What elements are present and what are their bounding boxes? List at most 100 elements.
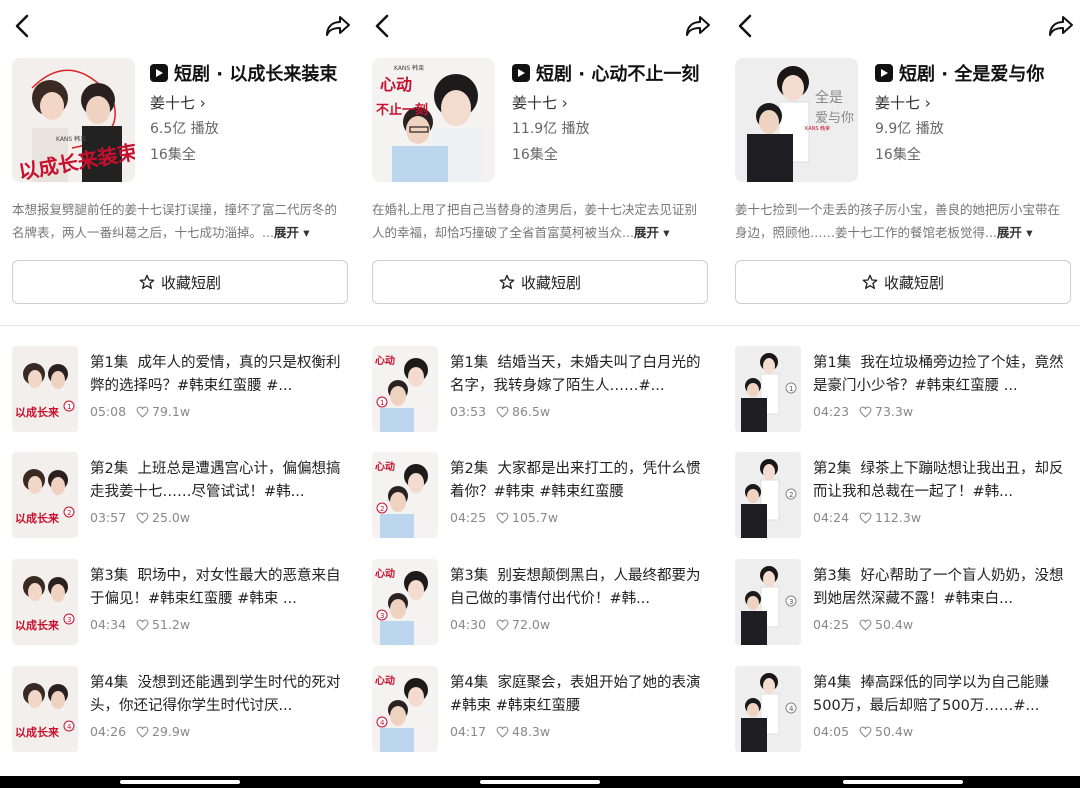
- episode-summary: 没想到还能遇到学生时代的死对头，你还记得你学生时代讨厌...: [90, 675, 341, 714]
- episode-summary: 大家都是出来打工的，凭什么惯着你？#韩束 #韩束红蛮腰: [450, 461, 701, 500]
- svg-text:2: 2: [380, 505, 384, 513]
- episode-thumbnail: 4: [735, 666, 801, 752]
- episode-meta: 04:34 51.2w: [90, 617, 190, 632]
- episode-duration: 03:57: [90, 510, 127, 525]
- episode-item[interactable]: 以成长来 1 第1集 成年人的爱情，真的只是权衡利弊的选择吗？#韩束红蛮腰 #..…: [12, 346, 352, 436]
- episode-item[interactable]: 1 第1集 我在垃圾桶旁边捡了个娃，竟然是豪门小少爷？#韩束红蛮腰 ... 04…: [735, 346, 1075, 436]
- episode-meta: 03:57 25.0w: [90, 510, 190, 525]
- svg-text:1: 1: [789, 385, 793, 393]
- episode-item[interactable]: 以成长来 2 第2集 上班总是遭遇宫心计，偏偏想搞走我姜十七……尽管试试！#韩..…: [12, 452, 352, 542]
- episode-meta: 05:08 79.1w: [90, 404, 190, 419]
- favorite-label: 收藏短剧: [160, 273, 221, 292]
- star-outline-icon: [862, 274, 878, 289]
- top-bar: [0, 10, 358, 42]
- star-outline-icon: [499, 274, 515, 289]
- svg-text:4: 4: [380, 719, 385, 727]
- author-link[interactable]: 姜十七 ›: [512, 92, 699, 112]
- episode-duration: 04:25: [813, 617, 850, 632]
- svg-text:以成长来: 以成长来: [15, 405, 60, 419]
- author-link[interactable]: 姜十七 ›: [875, 92, 1044, 112]
- home-indicator[interactable]: [480, 780, 600, 784]
- drama-title: 短剧 · 以成长来装束: [174, 64, 338, 85]
- share-button[interactable]: [682, 12, 714, 40]
- share-button[interactable]: [1045, 12, 1077, 40]
- episode-item[interactable]: 心动 2 第2集 大家都是出来打工的，凭什么惯着你？#韩束 #韩束红蛮腰 04:2…: [372, 452, 712, 542]
- episode-duration: 04:17: [450, 724, 487, 739]
- favorite-button[interactable]: 收藏短剧: [12, 260, 348, 304]
- episode-number: 第1集: [813, 355, 852, 371]
- episode-total: 16集全: [150, 147, 196, 163]
- back-button[interactable]: [8, 12, 36, 40]
- episode-duration: 04:05: [813, 724, 850, 739]
- likes-count: 112.3w: [875, 510, 922, 525]
- drama-description: 姜十七捡到一个走丢的孩子厉小宝，善良的她把厉小宝带在身边，照顾他……姜十七工作的…: [735, 198, 1071, 244]
- expand-button[interactable]: 展开 ▾: [634, 225, 670, 240]
- heart-outline-icon: [496, 512, 509, 524]
- episode-item[interactable]: 以成长来 4 第4集 没想到还能遇到学生时代的死对头，你还记得你学生时代讨厌...…: [12, 666, 352, 756]
- episode-title: 第4集 没想到还能遇到学生时代的死对头，你还记得你学生时代讨厌...: [90, 672, 342, 718]
- heart-outline-icon: [859, 512, 872, 524]
- episode-title: 第1集 成年人的爱情，真的只是权衡利弊的选择吗？#韩束红蛮腰 #...: [90, 352, 342, 398]
- episode-duration: 04:25: [450, 510, 487, 525]
- svg-text:以成长来: 以成长来: [15, 511, 60, 525]
- drama-title-row: 短剧 · 全是爱与你: [875, 60, 1044, 86]
- play-count: 6.5亿 播放: [150, 121, 219, 137]
- author-link[interactable]: 姜十七 ›: [150, 92, 337, 112]
- heart-outline-icon: [496, 406, 509, 418]
- episode-thumbnail: 1: [735, 346, 801, 432]
- episode-item[interactable]: 2 第2集 绿茶上下蹦哒想让我出丑，却反而让我和总裁在一起了！#韩... 04:…: [735, 452, 1075, 542]
- heart-outline-icon: [859, 726, 872, 738]
- share-arrow-icon: [686, 16, 710, 36]
- drama-info: 短剧 · 以成长来装束 姜十七 › 6.5亿 播放 16集全: [150, 60, 337, 164]
- drama-panel-3: 全是 爱与你 KANS 韩束 短剧 · 全是爱与你 姜十七 › 9.9亿 播放 …: [723, 0, 1080, 788]
- likes-count: 25.0w: [152, 510, 191, 525]
- expand-button[interactable]: 展开 ▾: [997, 225, 1033, 240]
- drama-title-row: 短剧 · 以成长来装束: [150, 60, 337, 86]
- section-divider: [0, 325, 1080, 326]
- episode-meta: 04:23 73.3w: [813, 404, 913, 419]
- drama-description: 本想报复劈腿前任的姜十七误打误撞，撞坏了富二代厉冬的名牌表，两人一番纠葛之后，十…: [12, 198, 348, 244]
- episode-item[interactable]: 4 第4集 捧高踩低的同学以为自己能赚500万，最后却赔了500万……#... …: [735, 666, 1075, 756]
- likes-count: 105.7w: [512, 510, 559, 525]
- favorite-label: 收藏短剧: [520, 273, 581, 292]
- episode-duration: 04:30: [450, 617, 487, 632]
- svg-text:心动: 心动: [375, 354, 395, 367]
- episode-title: 第4集 家庭聚会，表姐开始了她的表演 #韩束 #韩束红蛮腰: [450, 672, 702, 718]
- drama-cover[interactable]: 心动 不止一刻 KANS 韩束: [372, 58, 495, 182]
- episode-thumbnail: 2: [735, 452, 801, 538]
- likes-count: 29.9w: [152, 724, 191, 739]
- home-indicator[interactable]: [120, 780, 240, 784]
- episode-item[interactable]: 3 第3集 好心帮助了一个盲人奶奶，没想到她居然深藏不露！#韩束白... 04:…: [735, 559, 1075, 649]
- episode-item[interactable]: 以成长来 3 第3集 职场中，对女性最大的恶意来自于偏见！#韩束红蛮腰 #韩束 .…: [12, 559, 352, 649]
- episode-likes: 50.4w: [859, 724, 913, 739]
- svg-text:3: 3: [380, 612, 384, 620]
- drama-cover[interactable]: 全是 爱与你 KANS 韩束: [735, 58, 858, 182]
- episode-item[interactable]: 心动 3 第3集 别妄想颠倒黑白，人最终都要为自己做的事情付出代价！#韩... 0…: [372, 559, 712, 649]
- back-button[interactable]: [368, 12, 396, 40]
- drama-title-row: 短剧 · 心动不止一刻: [512, 60, 699, 86]
- drama-cover[interactable]: KANS 韩束 以成长来装束: [12, 58, 135, 182]
- heart-outline-icon: [859, 406, 872, 418]
- chevron-left-icon: [15, 14, 29, 38]
- expand-button[interactable]: 展开 ▾: [274, 225, 310, 240]
- episode-likes: 86.5w: [496, 404, 550, 419]
- favorite-button[interactable]: 收藏短剧: [372, 260, 708, 304]
- episode-duration: 03:53: [450, 404, 487, 419]
- share-button[interactable]: [322, 12, 354, 40]
- favorite-label: 收藏短剧: [883, 273, 944, 292]
- share-arrow-icon: [1049, 16, 1073, 36]
- episode-summary: 职场中，对女性最大的恶意来自于偏见！#韩束红蛮腰 #韩束 ...: [90, 568, 341, 607]
- home-indicator[interactable]: [843, 780, 963, 784]
- likes-count: 50.4w: [875, 617, 914, 632]
- episode-item[interactable]: 心动 1 第1集 结婚当天，未婚夫叫了白月光的名字，我转身嫁了陌生人……#... …: [372, 346, 712, 436]
- favorite-button[interactable]: 收藏短剧: [735, 260, 1071, 304]
- svg-text:4: 4: [789, 705, 794, 713]
- episode-number: 第3集: [90, 568, 129, 584]
- episode-item[interactable]: 心动 4 第4集 家庭聚会，表姐开始了她的表演 #韩束 #韩束红蛮腰 04:17 …: [372, 666, 712, 756]
- episode-duration: 04:23: [813, 404, 850, 419]
- episode-title: 第3集 好心帮助了一个盲人奶奶，没想到她居然深藏不露！#韩束白...: [813, 565, 1065, 611]
- episode-likes: 50.4w: [859, 617, 913, 632]
- drama-panel-1: KANS 韩束 以成长来装束 短剧 · 以成长来装束 姜十七 › 6.5亿 播放…: [0, 0, 358, 788]
- back-button[interactable]: [731, 12, 759, 40]
- episode-number: 第2集: [813, 461, 852, 477]
